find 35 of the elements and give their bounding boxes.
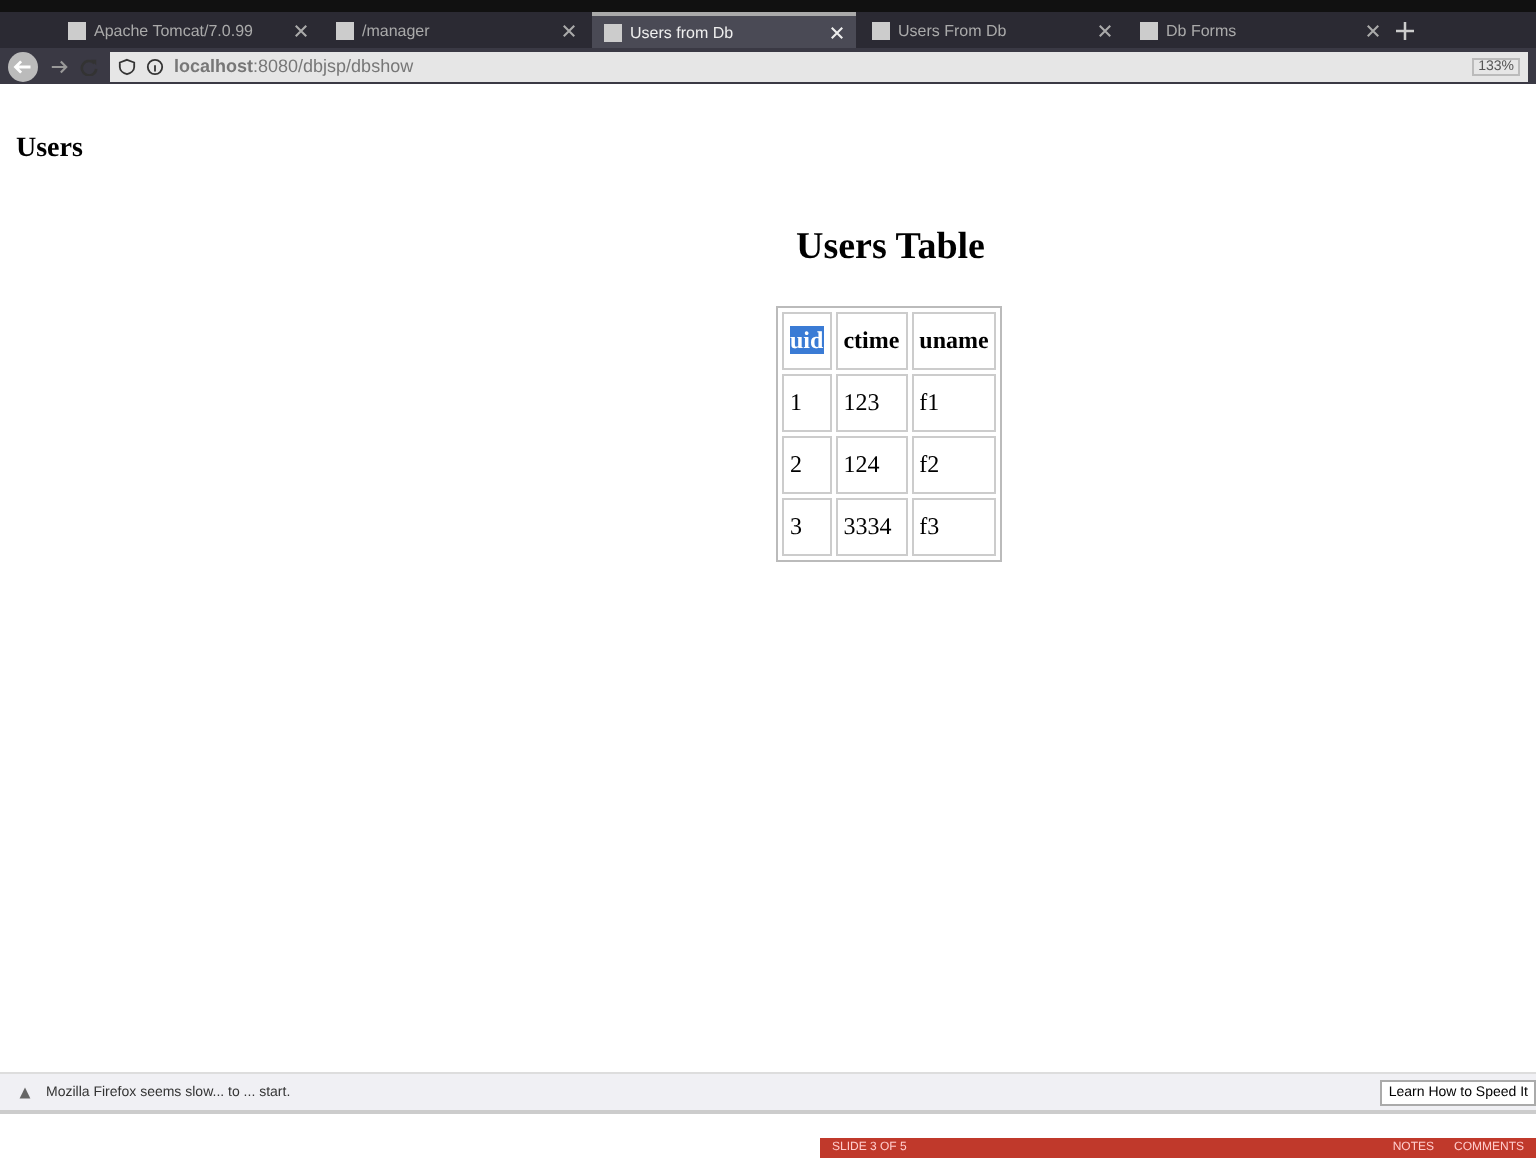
table-cell: 3334 [835,498,908,556]
table-cell: 123 [835,374,908,432]
header-text: ctime [843,326,900,354]
table-cell: f1 [911,374,997,432]
table-cell: f2 [911,436,997,494]
url-text: localhost:8080/dbjsp/dbshow [174,56,416,76]
page-icon [68,21,86,39]
page-icon [1140,21,1158,39]
browser-tab[interactable]: Users From Db [860,12,1124,48]
shield-icon [118,57,136,75]
info-icon [146,57,164,75]
browser-tab[interactable]: Users from Db [592,12,856,48]
page-icon [604,23,622,41]
close-icon[interactable] [1366,23,1380,37]
close-icon[interactable] [294,23,308,37]
browser-tab[interactable]: Apache Tomcat/7.0.99 [56,12,320,48]
table-cell: 2 [782,436,832,494]
browser-tab[interactable]: Db Forms [1128,12,1392,48]
header-text: uname [919,326,989,354]
new-tab-icon[interactable] [1396,21,1414,39]
close-icon[interactable] [1098,23,1112,37]
page-heading: Users [16,134,85,166]
forward-icon[interactable] [50,57,68,75]
table-cell: 1 [782,374,832,432]
close-icon[interactable] [562,23,576,37]
header-text: uid [790,326,824,354]
table-cell: f3 [911,498,997,556]
table-cell: 124 [835,436,908,494]
notification-icon [16,1083,34,1101]
page-icon [336,21,354,39]
table-cell: 3 [782,498,832,556]
page-icon [872,21,890,39]
browser-tab[interactable]: /manager [324,12,588,48]
table-title: Users Table [794,226,987,270]
back-icon[interactable] [8,51,38,81]
